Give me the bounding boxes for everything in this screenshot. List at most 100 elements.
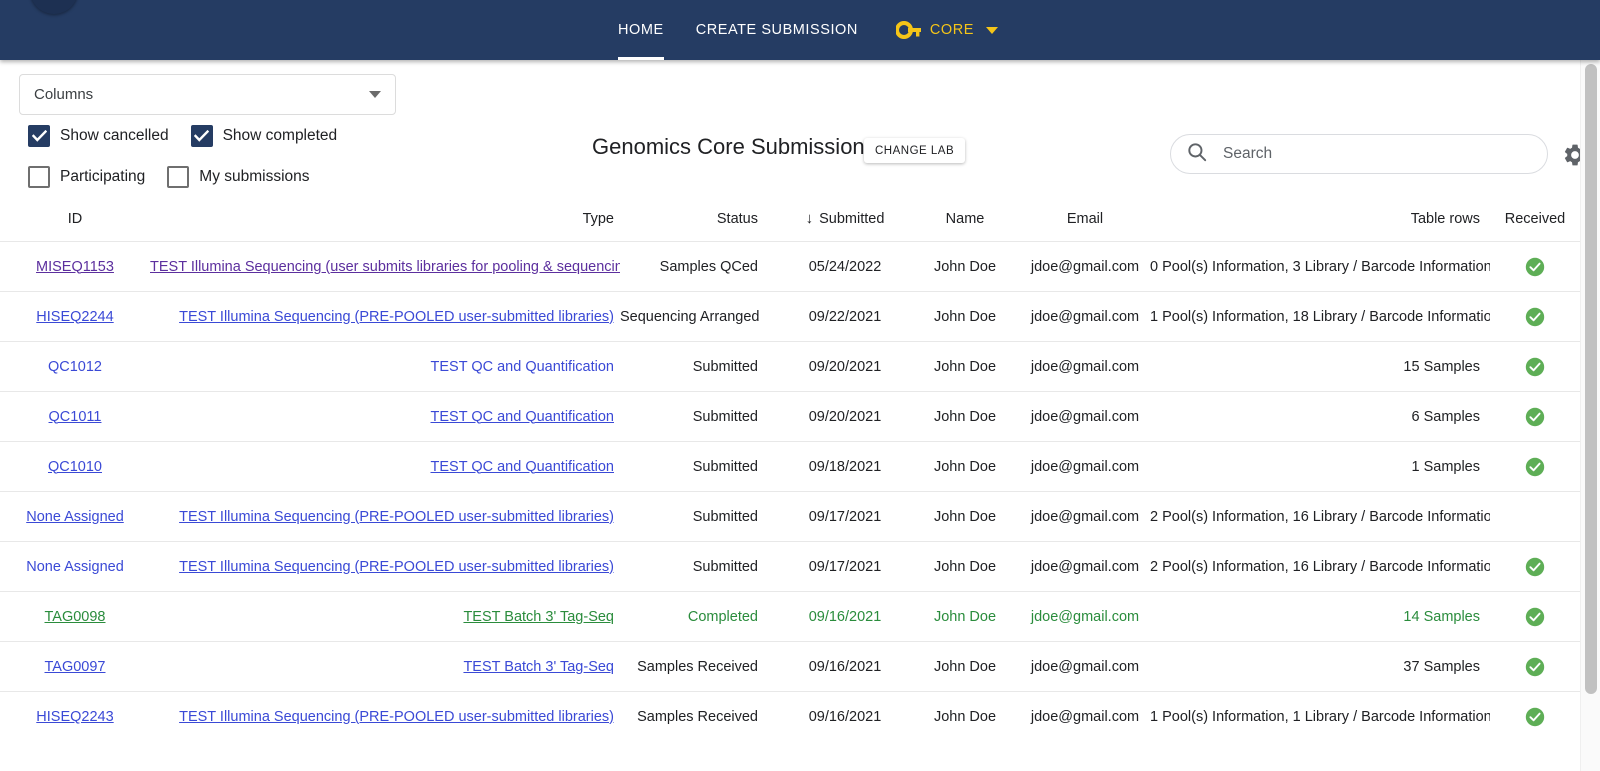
core-lab-menu[interactable]: CORE bbox=[895, 0, 998, 60]
cell-table-rows: 1 Pool(s) Information, 1 Library / Barco… bbox=[1150, 691, 1490, 742]
cell-name: John Doe bbox=[910, 691, 1020, 742]
submission-type-link[interactable]: TEST Illumina Sequencing (user submits l… bbox=[150, 259, 620, 275]
cell-name: John Doe bbox=[910, 241, 1020, 292]
cell-type[interactable]: TEST QC and Quantification bbox=[150, 391, 620, 442]
check-circle-icon bbox=[1525, 307, 1545, 326]
checkbox-show-cancelled[interactable]: Show cancelled bbox=[28, 125, 169, 147]
nav-link-home[interactable]: HOME bbox=[602, 0, 680, 60]
cell-id[interactable]: HISEQ2243 bbox=[0, 691, 150, 742]
submission-type-link[interactable]: TEST Illumina Sequencing (PRE-POOLED use… bbox=[179, 509, 614, 525]
cell-id[interactable]: TAG0098 bbox=[0, 591, 150, 642]
checkbox-show-completed-label: Show completed bbox=[222, 127, 338, 144]
submission-id-link[interactable]: None Assigned bbox=[26, 559, 124, 575]
columns-dropdown[interactable]: Columns bbox=[19, 74, 396, 115]
table-row[interactable]: QC1012 TEST QC and Quantification Submitte… bbox=[0, 341, 1580, 392]
submission-id-link[interactable]: MISEQ1153 bbox=[36, 259, 114, 275]
table-row[interactable]: TAG0098 TEST Batch 3' Tag-Seq Completed 09/… bbox=[0, 591, 1580, 642]
table-row[interactable]: HISEQ2244 TEST Illumina Sequencing (PRE-P… bbox=[0, 291, 1580, 342]
col-header-received[interactable]: Received bbox=[1490, 210, 1580, 242]
table-row[interactable]: TAG0097 TEST Batch 3' Tag-Seq Samples Rece… bbox=[0, 641, 1580, 692]
cell-email: jdoe@gmail.com bbox=[1020, 541, 1150, 592]
check-circle-icon bbox=[1525, 707, 1545, 726]
cell-table-rows: 15 Samples bbox=[1150, 341, 1490, 392]
cell-type[interactable]: TEST Illumina Sequencing (PRE-POOLED use… bbox=[150, 541, 620, 592]
cell-type[interactable]: TEST QC and Quantification bbox=[150, 441, 620, 492]
change-lab-button[interactable]: CHANGE LAB bbox=[864, 138, 966, 163]
checkbox-box bbox=[28, 166, 50, 188]
user-avatar[interactable] bbox=[30, 0, 78, 14]
checkbox-box bbox=[167, 166, 190, 188]
submission-id-link[interactable]: QC1010 bbox=[48, 459, 102, 475]
search-box[interactable] bbox=[1170, 134, 1548, 174]
cell-id[interactable]: QC1012 bbox=[0, 341, 150, 392]
cell-id[interactable]: None Assigned bbox=[0, 491, 150, 542]
top-navigation-bar: HOME CREATE SUBMISSION CORE bbox=[0, 0, 1600, 60]
check-circle-icon bbox=[1525, 257, 1545, 276]
submission-type-link[interactable]: TEST Illumina Sequencing (PRE-POOLED use… bbox=[179, 709, 614, 725]
col-header-name[interactable]: Name bbox=[910, 210, 1020, 242]
submission-type-link[interactable]: TEST QC and Quantification bbox=[431, 359, 615, 375]
cell-type[interactable]: TEST Illumina Sequencing (PRE-POOLED use… bbox=[150, 691, 620, 742]
col-header-table-rows[interactable]: Table rows bbox=[1150, 210, 1490, 242]
cell-id[interactable]: QC1010 bbox=[0, 441, 150, 492]
submission-id-link[interactable]: HISEQ2244 bbox=[36, 309, 113, 325]
cell-id[interactable]: HISEQ2244 bbox=[0, 291, 150, 342]
cell-submitted: 05/24/2022 bbox=[780, 241, 910, 292]
filter-checkbox-row-1: Show cancelled Show completed bbox=[28, 125, 337, 147]
submission-id-link[interactable]: QC1012 bbox=[48, 359, 102, 375]
submission-type-link[interactable]: TEST Batch 3' Tag-Seq bbox=[463, 659, 614, 675]
cell-email: jdoe@gmail.com bbox=[1020, 591, 1150, 642]
check-circle-icon bbox=[1525, 407, 1545, 426]
search-input[interactable] bbox=[1221, 144, 1531, 164]
page-title: Genomics Core Submissions bbox=[592, 134, 876, 159]
col-header-type[interactable]: Type bbox=[150, 210, 620, 242]
nav-link-create-submission[interactable]: CREATE SUBMISSION bbox=[680, 0, 874, 60]
submission-type-link[interactable]: TEST QC and Quantification bbox=[431, 459, 615, 475]
submission-id-link[interactable]: QC1011 bbox=[49, 409, 102, 425]
cell-name: John Doe bbox=[910, 441, 1020, 492]
cell-table-rows: 1 Pool(s) Information, 18 Library / Barc… bbox=[1150, 291, 1490, 342]
chevron-down-icon bbox=[985, 26, 998, 34]
col-header-email[interactable]: Email bbox=[1020, 210, 1150, 242]
cell-type[interactable]: TEST Illumina Sequencing (user submits l… bbox=[150, 241, 620, 292]
submission-id-link[interactable]: None Assigned bbox=[26, 509, 124, 525]
table-row[interactable]: HISEQ2243 TEST Illumina Sequencing (PRE-P… bbox=[0, 691, 1580, 742]
checkbox-show-completed[interactable]: Show completed bbox=[190, 125, 338, 147]
col-header-status[interactable]: Status bbox=[620, 210, 780, 242]
table-row[interactable]: QC1010 TEST QC and Quantification Submitte… bbox=[0, 441, 1580, 492]
cell-name: John Doe bbox=[910, 541, 1020, 592]
submission-type-link[interactable]: TEST QC and Quantification bbox=[431, 409, 615, 425]
submission-type-link[interactable]: TEST Illumina Sequencing (PRE-POOLED use… bbox=[179, 309, 614, 325]
col-header-submitted[interactable]: ↓ Submitted bbox=[780, 210, 910, 242]
table-row[interactable]: QC1011 TEST QC and Quantification Submitte… bbox=[0, 391, 1580, 442]
submission-type-link[interactable]: TEST Batch 3' Tag-Seq bbox=[463, 609, 614, 625]
submissions-table-container[interactable]: ID Type Status ↓ Submitted Name Email Tab… bbox=[0, 210, 1580, 771]
cell-id[interactable]: None Assigned bbox=[0, 541, 150, 592]
cell-type[interactable]: TEST Illumina Sequencing (PRE-POOLED use… bbox=[150, 291, 620, 342]
col-header-id[interactable]: ID bbox=[0, 210, 150, 242]
submission-id-link[interactable]: HISEQ2243 bbox=[36, 709, 113, 725]
cell-type[interactable]: TEST QC and Quantification bbox=[150, 341, 620, 392]
cell-email: jdoe@gmail.com bbox=[1020, 291, 1150, 342]
cell-type[interactable]: TEST Batch 3' Tag-Seq bbox=[150, 591, 620, 642]
cell-id[interactable]: MISEQ1153 bbox=[0, 241, 150, 292]
cell-type[interactable]: TEST Illumina Sequencing (PRE-POOLED use… bbox=[150, 491, 620, 542]
vertical-scrollbar[interactable] bbox=[1580, 60, 1600, 771]
checkbox-participating[interactable]: Participating bbox=[28, 166, 145, 188]
cell-submitted: 09/17/2021 bbox=[780, 491, 910, 542]
columns-dropdown-label: Columns bbox=[34, 86, 94, 103]
cell-name: John Doe bbox=[910, 391, 1020, 442]
cell-type[interactable]: TEST Batch 3' Tag-Seq bbox=[150, 641, 620, 692]
checkbox-my-submissions[interactable]: My submissions bbox=[167, 166, 310, 188]
scrollbar-thumb[interactable] bbox=[1585, 64, 1597, 694]
table-row[interactable]: None Assigned TEST Illumina Sequencing (P… bbox=[0, 491, 1580, 542]
submission-id-link[interactable]: TAG0098 bbox=[45, 609, 106, 625]
cell-status: Submitted bbox=[620, 441, 780, 492]
cell-id[interactable]: TAG0097 bbox=[0, 641, 150, 692]
cell-received bbox=[1490, 241, 1580, 292]
table-row[interactable]: MISEQ1153 TEST Illumina Sequencing (user … bbox=[0, 241, 1580, 292]
table-row[interactable]: None Assigned TEST Illumina Sequencing (P… bbox=[0, 541, 1580, 592]
submission-type-link[interactable]: TEST Illumina Sequencing (PRE-POOLED use… bbox=[179, 559, 614, 575]
submission-id-link[interactable]: TAG0097 bbox=[45, 659, 106, 675]
cell-id[interactable]: QC1011 bbox=[0, 391, 150, 442]
